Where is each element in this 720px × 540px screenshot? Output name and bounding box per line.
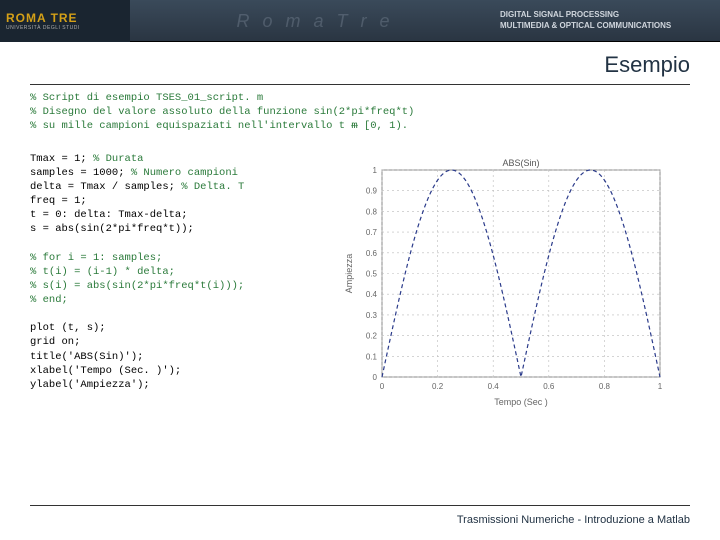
svg-text:Tempo (Sec ): Tempo (Sec )	[494, 397, 548, 407]
svg-text:0.4: 0.4	[366, 290, 378, 299]
footer-text: Trasmissioni Numeriche - Introduzione a …	[457, 514, 690, 526]
chart-panel: 0 0.2 0.4 0.6 0.8 1 0 0.1 0.2 0.3 0.4 0.5 0.6 0.7 0.8 0…	[340, 152, 690, 417]
code-block-3: plot (t, s); grid on; title('ABS(Sin)');…	[30, 321, 330, 392]
svg-text:0.2: 0.2	[366, 331, 378, 340]
svg-text:0: 0	[380, 382, 385, 391]
svg-text:0.1: 0.1	[366, 352, 378, 361]
svg-text:0.3: 0.3	[366, 310, 378, 319]
svg-text:0.2: 0.2	[432, 382, 444, 391]
svg-text:0.8: 0.8	[366, 207, 378, 216]
svg-text:0.7: 0.7	[366, 228, 378, 237]
header-banner: ROMA TRE UNIVERSITÀ DEGLI STUDI R o m a …	[0, 0, 720, 42]
header-watermark: R o m a T r e	[130, 0, 500, 42]
code-body: Tmax = 1; % Durata samples = 1000; % Num…	[30, 152, 330, 417]
svg-text:0.6: 0.6	[366, 248, 378, 257]
page-title: Esempio	[604, 52, 690, 78]
svg-text:1: 1	[658, 382, 663, 391]
svg-text:1: 1	[373, 166, 378, 175]
svg-text:0.9: 0.9	[366, 186, 378, 195]
logo-roma-tre: ROMA TRE UNIVERSITÀ DEGLI STUDI	[0, 0, 130, 42]
svg-text:ABS(Sin): ABS(Sin)	[502, 158, 539, 168]
svg-text:0.5: 0.5	[366, 269, 378, 278]
svg-text:0.8: 0.8	[599, 382, 611, 391]
code-block-2: % for i = 1: samples; % t(i) = (i-1) * d…	[30, 251, 330, 308]
abs-sin-chart: 0 0.2 0.4 0.6 0.8 1 0 0.1 0.2 0.3 0.4 0.5 0.6 0.7 0.8 0…	[340, 152, 670, 412]
code-block-1: Tmax = 1; % Durata samples = 1000; % Num…	[30, 152, 330, 237]
code-comment-header: % Script di esempio TSES_01_script. m % …	[30, 91, 690, 134]
svg-text:Ampiezza: Ampiezza	[344, 253, 354, 293]
header-right-text: DIGITAL SIGNAL PROCESSING MULTIMEDIA & O…	[500, 10, 720, 31]
divider-bottom	[30, 505, 690, 506]
svg-text:0: 0	[373, 373, 378, 382]
svg-text:0.6: 0.6	[543, 382, 555, 391]
svg-text:0.4: 0.4	[488, 382, 500, 391]
